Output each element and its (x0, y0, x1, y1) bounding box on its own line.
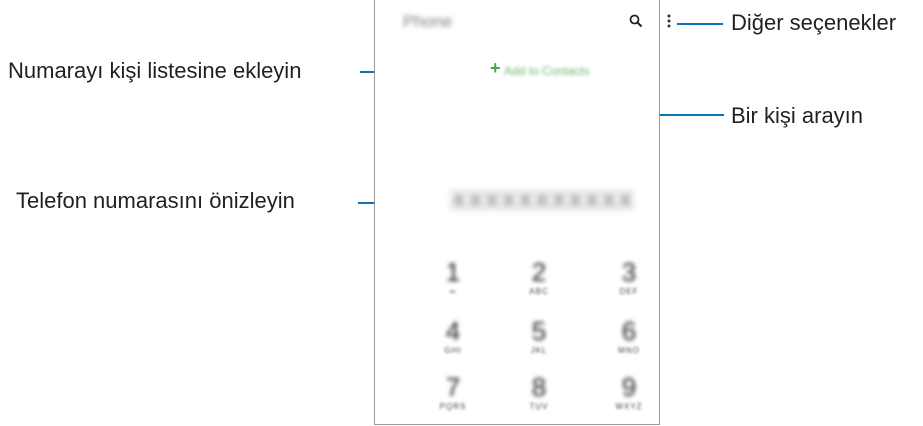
key-letters: PQRS (439, 402, 467, 411)
key-letters: JKL (530, 346, 548, 355)
add-to-contacts-label: Add to Contacts (504, 64, 590, 78)
keypad-key-1[interactable]: 1 ∞ (423, 257, 483, 303)
app-title: Phone (403, 12, 453, 31)
key-letters: WXYZ (615, 402, 643, 411)
key-letters: TUV (529, 402, 549, 411)
search-icon[interactable] (629, 14, 643, 28)
keypad-key-3[interactable]: 3 DEF (599, 257, 659, 303)
callout-search-contact: Bir kişi arayın (731, 103, 864, 128)
key-digit: 5 (531, 316, 547, 346)
key-letters: MNO (618, 346, 640, 355)
key-letters: ∞ (449, 287, 457, 296)
key-letters: ABC (529, 287, 549, 296)
more-options-icon[interactable] (666, 13, 672, 29)
phone-screen: Phone + Add to Contacts XXXXXXXXXXX 1 ∞ … (374, 0, 671, 425)
keypad-key-2[interactable]: 2 ABC (509, 257, 569, 303)
key-letters: GHI (444, 346, 462, 355)
key-digit: 2 (531, 257, 547, 287)
key-digit: 6 (621, 316, 637, 346)
key-digit: 4 (445, 316, 461, 346)
key-digit: 3 (621, 257, 637, 287)
key-letters: DEF (619, 287, 639, 296)
keypad-key-6[interactable]: 6 MNO (599, 316, 659, 362)
key-digit: 9 (621, 372, 637, 402)
number-preview: XXXXXXXXXXX (451, 188, 635, 213)
callout-preview-number: Telefon numarasını önizleyin (16, 188, 295, 213)
keypad-key-5[interactable]: 5 JKL (509, 316, 569, 362)
callout-add-contact: Numarayı kişi listesine ekleyin (8, 58, 302, 83)
key-digit: 8 (531, 372, 547, 402)
callout-line-more-options (677, 23, 723, 25)
callout-more-options: Diğer seçenekler (731, 10, 897, 35)
key-digit: 7 (445, 372, 461, 402)
keypad-key-4[interactable]: 4 GHI (423, 316, 483, 362)
keypad-key-7[interactable]: 7 PQRS (423, 372, 483, 418)
key-digit: 1 (445, 257, 461, 287)
plus-icon: + (490, 58, 501, 78)
keypad-key-9[interactable]: 9 WXYZ (599, 372, 659, 418)
keypad-key-8[interactable]: 8 TUV (509, 372, 569, 418)
